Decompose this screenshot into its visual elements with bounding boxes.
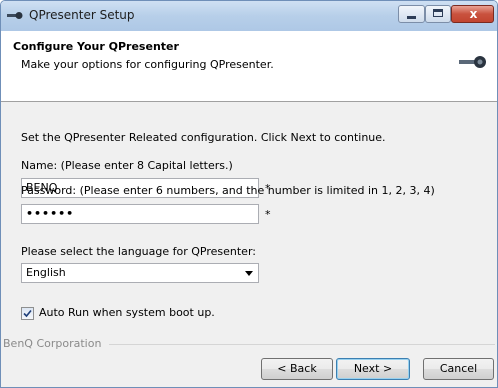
- projector-logo-icon: [459, 56, 486, 68]
- maximize-icon: [433, 9, 443, 17]
- footer-divider: [109, 344, 495, 345]
- wizard-header: Configure Your QPresenter Make your opti…: [1, 31, 497, 102]
- intro-text: Set the QPresenter Releated configuratio…: [21, 131, 386, 144]
- language-label: Please select the language for QPresente…: [21, 245, 256, 258]
- setup-window: QPresenter Setup x Configure Your QPrese…: [0, 0, 498, 388]
- name-label: Name: (Please enter 8 Capital letters.): [21, 159, 233, 172]
- close-button[interactable]: x: [451, 5, 494, 23]
- password-label: Password: (Please enter 6 numbers, and t…: [21, 184, 435, 197]
- projector-icon: [7, 12, 23, 19]
- next-button[interactable]: Next >: [336, 358, 410, 380]
- password-input[interactable]: ••••••: [21, 204, 259, 224]
- language-selected-value: English: [26, 266, 66, 279]
- password-required-mark: *: [265, 208, 271, 221]
- close-icon: x: [469, 7, 478, 21]
- minimize-icon: [407, 16, 416, 19]
- chevron-down-icon: [245, 271, 253, 276]
- title-bar[interactable]: QPresenter Setup x: [1, 1, 497, 31]
- back-button[interactable]: < Back: [261, 358, 333, 380]
- header-subtitle: Make your options for configuring QPrese…: [21, 58, 274, 71]
- checkmark-icon: [23, 309, 32, 318]
- minimize-button[interactable]: [398, 5, 425, 23]
- window-title: QPresenter Setup: [29, 8, 135, 22]
- cancel-button[interactable]: Cancel: [423, 358, 494, 380]
- header-title: Configure Your QPresenter: [13, 40, 179, 53]
- autorun-checkbox[interactable]: [21, 307, 34, 320]
- maximize-button[interactable]: [425, 5, 451, 23]
- company-label: BenQ Corporation: [3, 337, 102, 350]
- language-select[interactable]: English: [21, 263, 259, 283]
- autorun-label[interactable]: Auto Run when system boot up.: [39, 306, 215, 319]
